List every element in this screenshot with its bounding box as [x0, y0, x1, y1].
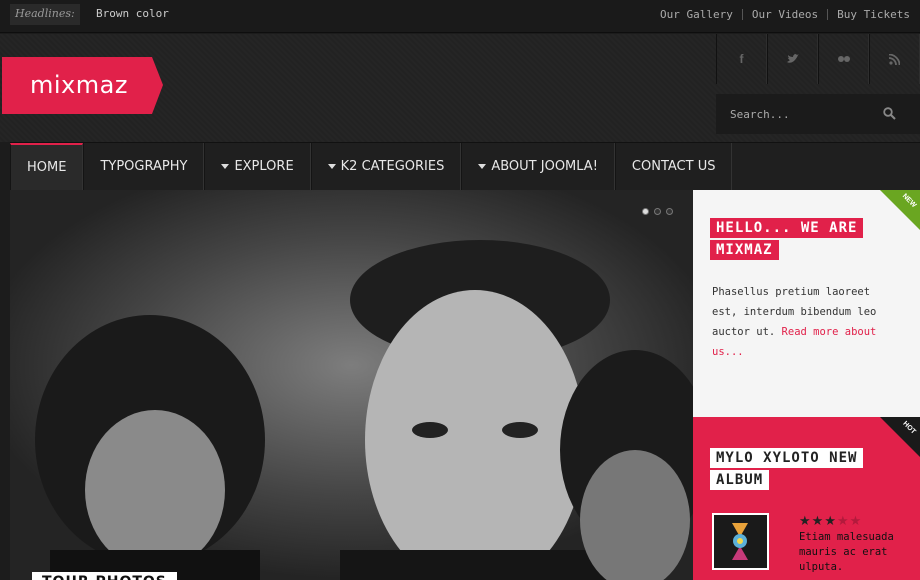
search-box: [716, 94, 920, 134]
hot-ribbon: HOT: [880, 417, 920, 457]
rating-stars: ★ ★ ★ ★ ★: [799, 513, 861, 529]
top-bar: Headlines: Brown color Our Gallery Our V…: [0, 0, 920, 33]
divider: [741, 9, 743, 20]
main-nav: HOME TYPOGRAPHY EXPLORE K2 CATEGORIES AB…: [10, 142, 920, 190]
album-text: Etiam malesuada mauris ac erat ulputa.: [799, 531, 894, 573]
gallery-link[interactable]: Our Gallery: [660, 8, 733, 21]
nav-contact-us[interactable]: CONTACT US: [614, 143, 733, 190]
caret-down-icon: [478, 164, 487, 169]
twitter-icon[interactable]: [767, 34, 818, 84]
headline-ticker[interactable]: Brown color: [96, 7, 169, 20]
nav-label: TYPOGRAPHY: [100, 159, 188, 174]
logo-text: mixmaz: [30, 71, 128, 99]
top-links: Our Gallery Our Videos Buy Tickets: [660, 8, 910, 21]
star-icon: ★: [824, 513, 836, 528]
divider: [827, 9, 829, 20]
nav-label: CONTACT US: [631, 159, 716, 174]
social-links: f: [716, 34, 920, 84]
search-icon[interactable]: [883, 107, 896, 120]
slide-caption[interactable]: TOUR PHOTOS: [32, 572, 177, 580]
nav-label: K2 CATEGORIES: [340, 159, 445, 174]
album-title-text[interactable]: MYLO XYLOTO NEW ALBUM: [710, 448, 864, 490]
caret-down-icon: [221, 164, 230, 169]
nav-home[interactable]: HOME: [10, 143, 84, 190]
nav-explore[interactable]: EXPLORE: [204, 143, 311, 190]
intro-title-text: HELLO... WE ARE MIXMAZ: [710, 218, 864, 260]
intro-panel: NEW HELLO... WE ARE MIXMAZ Phasellus pre…: [693, 190, 920, 417]
star-icon: ★: [799, 513, 811, 528]
new-ribbon: NEW: [880, 190, 920, 230]
slider-dots: [642, 208, 673, 215]
facebook-icon[interactable]: f: [716, 34, 767, 84]
rss-icon[interactable]: [869, 34, 920, 84]
nav-label: HOME: [27, 160, 67, 175]
site-logo[interactable]: mixmaz: [2, 57, 163, 114]
intro-text: Phasellus pretium laoreet est, interdum …: [712, 282, 892, 362]
album-panel: HOT MYLO XYLOTO NEW ALBUM ★ ★ ★ ★ ★ Etia…: [693, 417, 920, 580]
slider-dot[interactable]: [654, 208, 661, 215]
intro-title: HELLO... WE ARE MIXMAZ: [710, 217, 864, 261]
videos-link[interactable]: Our Videos: [752, 8, 818, 21]
tickets-link[interactable]: Buy Tickets: [837, 8, 910, 21]
nav-k2-categories[interactable]: K2 CATEGORIES: [310, 143, 462, 190]
site-header: mixmaz f: [0, 34, 920, 142]
flickr-icon[interactable]: [818, 34, 869, 84]
star-empty-icon: ★: [849, 513, 862, 528]
band-photo: [10, 190, 693, 580]
slider-dot[interactable]: [642, 208, 649, 215]
nav-typography[interactable]: TYPOGRAPHY: [83, 143, 205, 190]
star-icon: ★: [811, 513, 824, 528]
caret-down-icon: [327, 164, 336, 169]
hero-slider[interactable]: TOUR PHOTOS: [10, 190, 693, 580]
album-title: MYLO XYLOTO NEW ALBUM: [710, 447, 880, 491]
nav-label: ABOUT JOOMLA!: [491, 159, 598, 174]
nav-about-joomla[interactable]: ABOUT JOOMLA!: [461, 143, 615, 190]
headlines-label: Headlines:: [10, 4, 80, 25]
nav-label: EXPLORE: [234, 159, 294, 174]
album-art: [714, 515, 767, 568]
star-empty-icon: ★: [836, 513, 849, 528]
slider-dot[interactable]: [666, 208, 673, 215]
search-input[interactable]: [730, 104, 880, 124]
album-cover[interactable]: [712, 513, 769, 570]
